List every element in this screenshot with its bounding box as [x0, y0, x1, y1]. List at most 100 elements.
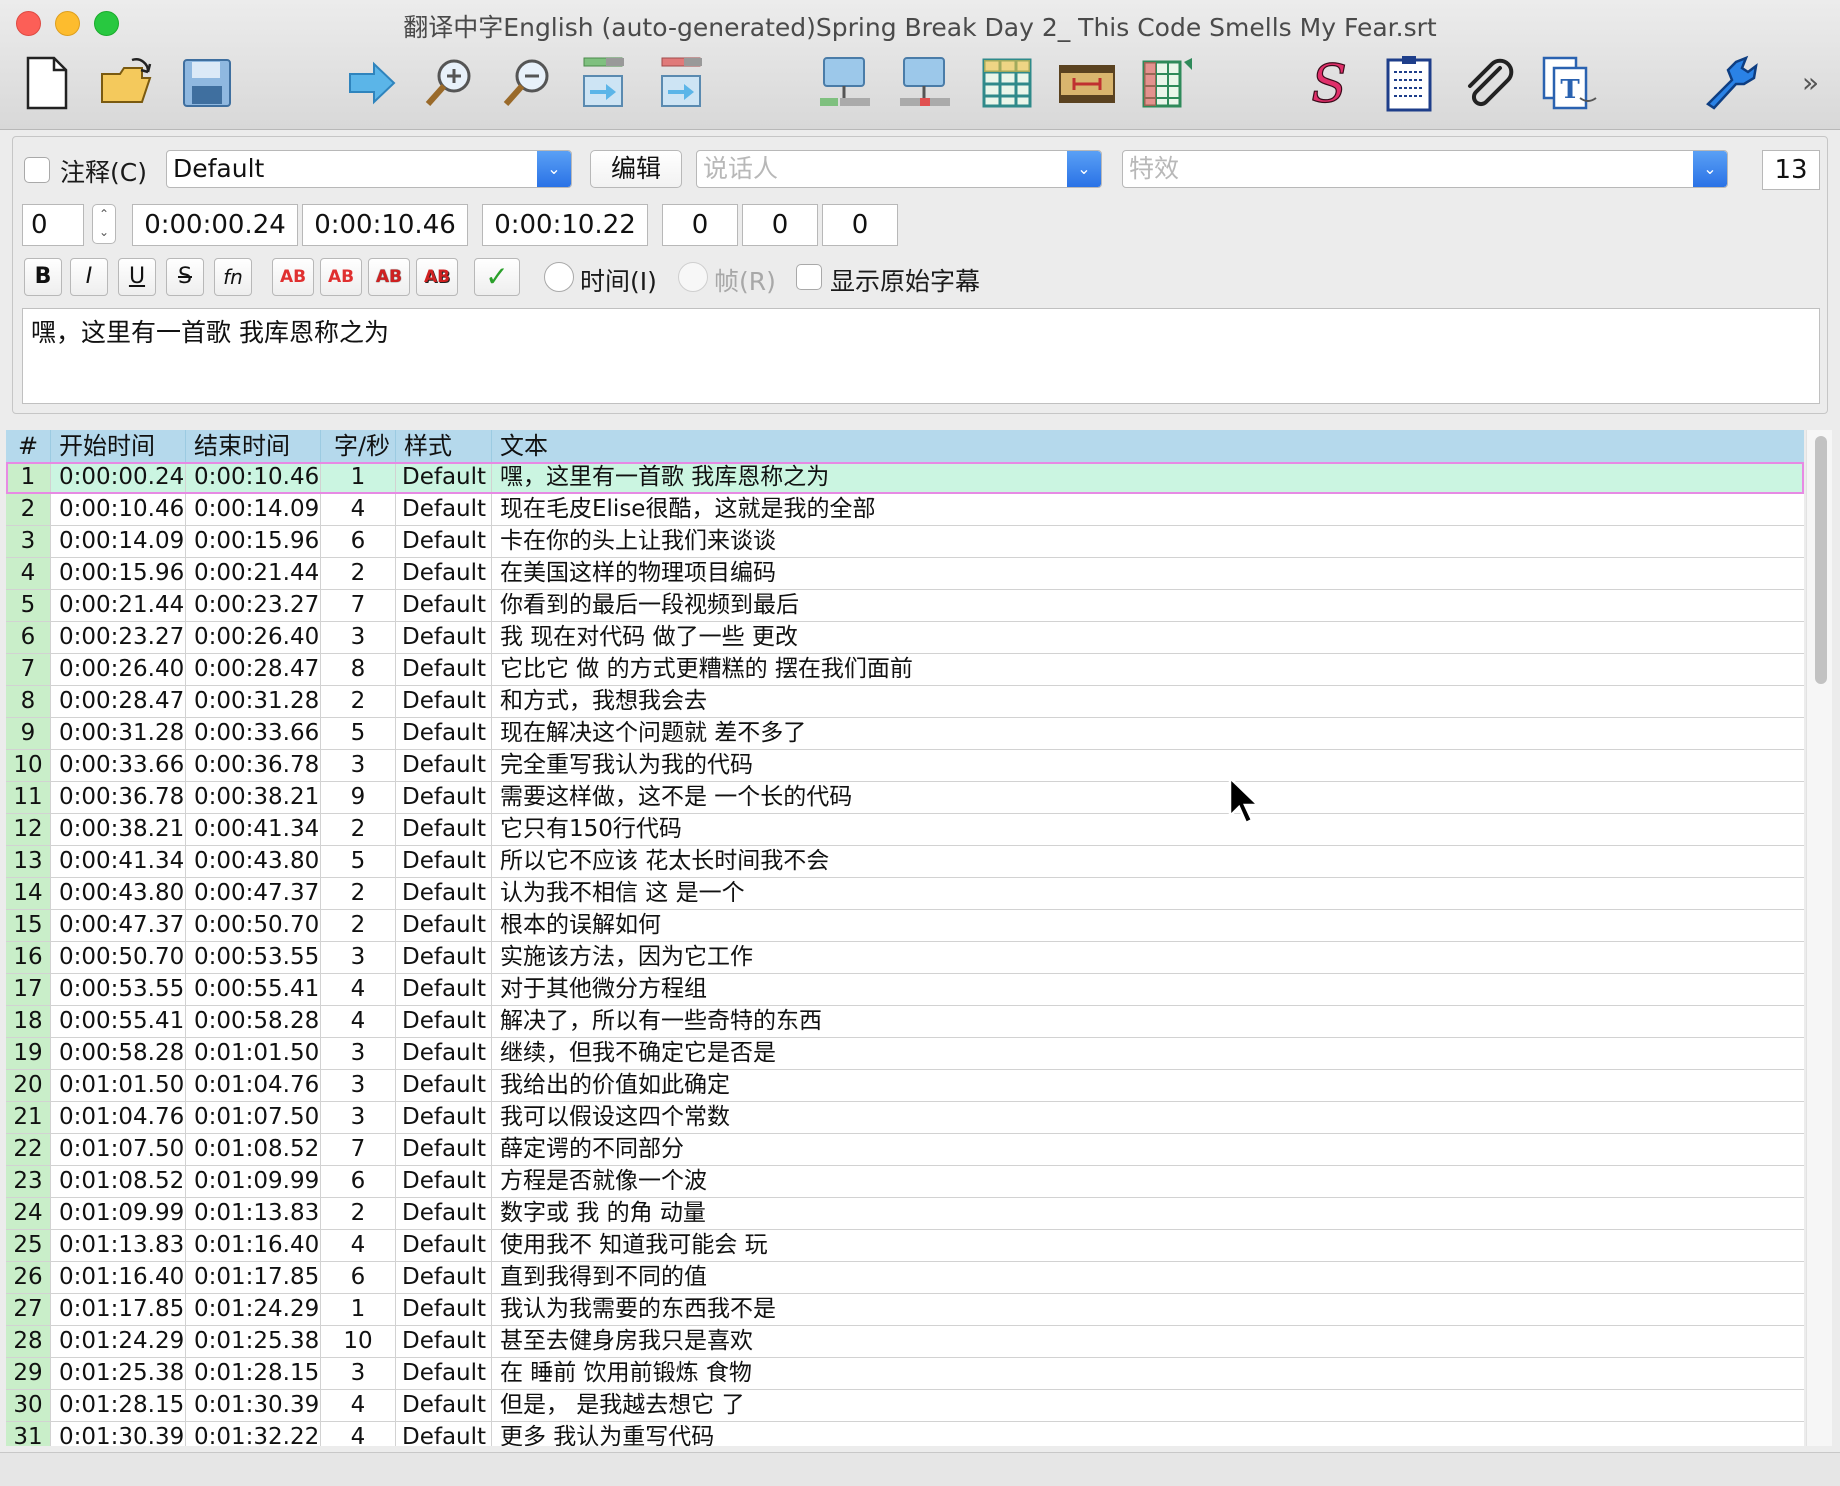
- table-row[interactable]: 7 0:00:26.40 0:00:28.47 8 Default 它比它 做 的方式更糟…: [6, 654, 1804, 686]
- bold-button[interactable]: B: [24, 258, 62, 296]
- table-row[interactable]: 26 0:01:16.40 0:01:17.85 6 Default 直到我得到不同的值: [6, 1262, 1804, 1294]
- font-button[interactable]: fn: [214, 258, 252, 296]
- table-row[interactable]: 21 0:01:04.76 0:01:07.50 3 Default 我可以假设这四个常数: [6, 1102, 1804, 1134]
- svg-text:S: S: [1311, 55, 1347, 112]
- start-time-field[interactable]: 0:00:00.24: [132, 204, 298, 246]
- underline-button[interactable]: U: [118, 258, 156, 296]
- table-row[interactable]: 16 0:00:50.70 0:00:53.55 3 Default 实施该方法，因为它工…: [6, 942, 1804, 974]
- table-row[interactable]: 11 0:00:36.78 0:00:38.21 9 Default 需要这样做，这不是 …: [6, 782, 1804, 814]
- time-radio[interactable]: [544, 262, 574, 292]
- table-row[interactable]: 12 0:00:38.21 0:00:41.34 2 Default 它只有150行代码: [6, 814, 1804, 846]
- start-time-cell: 0:00:58.28: [51, 1038, 186, 1069]
- table-view-button[interactable]: [976, 52, 1038, 114]
- row-number-cell: 21: [6, 1102, 51, 1133]
- translate-button[interactable]: T: [1538, 52, 1600, 114]
- style-cell: Default: [396, 878, 492, 909]
- table-row[interactable]: 1 0:00:00.24 0:00:10.46 1 Default 嘿，这里有一首歌 我库…: [6, 462, 1804, 494]
- commit-checkmark-button[interactable]: ✓: [474, 258, 520, 296]
- settings-button[interactable]: [1700, 52, 1762, 114]
- new-file-button[interactable]: [16, 52, 78, 114]
- save-button[interactable]: [176, 52, 238, 114]
- insert-before-button[interactable]: [814, 52, 876, 114]
- cps-cell: 10: [321, 1326, 396, 1357]
- table-row[interactable]: 2 0:00:10.46 0:00:14.09 4 Default 现在毛皮Elise很酷…: [6, 494, 1804, 526]
- table-row[interactable]: 17 0:00:53.55 0:00:55.41 4 Default 对于其他微分方程组: [6, 974, 1804, 1006]
- table-row[interactable]: 10 0:00:33.66 0:00:36.78 3 Default 完全重写我认为我的代…: [6, 750, 1804, 782]
- margin-right-field[interactable]: 0: [742, 204, 818, 246]
- table-row[interactable]: 22 0:01:07.50 0:01:08.52 7 Default 薛定谔的不同部分: [6, 1134, 1804, 1166]
- move-down-button[interactable]: [574, 52, 636, 114]
- table-row[interactable]: 19 0:00:58.28 0:01:01.50 3 Default 继续，但我不确定它是…: [6, 1038, 1804, 1070]
- attachment-button[interactable]: [1458, 52, 1520, 114]
- row-number-cell: 22: [6, 1134, 51, 1165]
- outline-color-button[interactable]: AB: [368, 258, 410, 296]
- table-row[interactable]: 24 0:01:09.99 0:01:13.83 2 Default 数字或 我 的角 动…: [6, 1198, 1804, 1230]
- margin-left-field[interactable]: 0: [662, 204, 738, 246]
- speaker-select[interactable]: 说话人 ⌄: [696, 150, 1102, 188]
- edit-style-button[interactable]: 编辑: [590, 150, 682, 188]
- zoom-out-button[interactable]: [496, 52, 558, 114]
- frame-radio[interactable]: [678, 262, 708, 292]
- table-row[interactable]: 14 0:00:43.80 0:00:47.37 2 Default 认为我不相信 这 是…: [6, 878, 1804, 910]
- table-row[interactable]: 28 0:01:24.29 0:01:25.38 10 Default 甚至去健身房我只是…: [6, 1326, 1804, 1358]
- line-index-field[interactable]: 0: [22, 204, 84, 246]
- clipboard-button[interactable]: [1378, 52, 1440, 114]
- grid-edit-button[interactable]: [1136, 52, 1198, 114]
- table-row[interactable]: 3 0:00:14.09 0:00:15.96 6 Default 卡在你的头上让我们来谈…: [6, 526, 1804, 558]
- end-time-cell: 0:00:15.96: [186, 526, 321, 557]
- zoom-in-button[interactable]: [418, 52, 480, 114]
- end-time-field[interactable]: 0:00:10.46: [302, 204, 468, 246]
- secondary-color-button[interactable]: AB: [320, 258, 362, 296]
- window-title: 翻译中字English (auto-generated)Spring Break…: [403, 13, 1437, 42]
- open-file-button[interactable]: [96, 52, 158, 114]
- insert-after-button[interactable]: [894, 52, 956, 114]
- comment-checkbox[interactable]: [24, 157, 50, 183]
- table-row[interactable]: 30 0:01:28.15 0:01:30.39 4 Default 但是， 是我越去想它…: [6, 1390, 1804, 1422]
- cps-cell: 1: [321, 462, 396, 493]
- italic-button[interactable]: I: [70, 258, 108, 296]
- table-row[interactable]: 25 0:01:13.83 0:01:16.40 4 Default 使用我不 知道我可能…: [6, 1230, 1804, 1262]
- table-row[interactable]: 5 0:00:21.44 0:00:23.27 7 Default 你看到的最后一段视频到…: [6, 590, 1804, 622]
- subtitle-text-editor[interactable]: 嘿，这里有一首歌 我库恩称之为: [22, 308, 1820, 404]
- table-row[interactable]: 23 0:01:08.52 0:01:09.99 6 Default 方程是否就像一个波: [6, 1166, 1804, 1198]
- forward-button[interactable]: [340, 52, 402, 114]
- show-original-checkbox[interactable]: [796, 264, 822, 290]
- move-up-button[interactable]: [652, 52, 714, 114]
- primary-color-button[interactable]: AB: [272, 258, 314, 296]
- table-row[interactable]: 15 0:00:47.37 0:00:50.70 2 Default 根本的误解如何: [6, 910, 1804, 942]
- table-icon: [982, 58, 1032, 108]
- column-number-header[interactable]: #: [6, 430, 51, 462]
- time-radio-label: 时间(I): [580, 267, 657, 296]
- style-select[interactable]: Default ⌄: [166, 150, 572, 188]
- table-row[interactable]: 6 0:00:23.27 0:00:26.40 3 Default 我 现在对代码 做了一…: [6, 622, 1804, 654]
- table-row[interactable]: 18 0:00:55.41 0:00:58.28 4 Default 解决了，所以有一些奇…: [6, 1006, 1804, 1038]
- toolbar-overflow-chevron-icon[interactable]: »: [1802, 66, 1819, 99]
- column-text-header[interactable]: 文本: [492, 430, 1804, 462]
- spell-check-button[interactable]: S: [1298, 52, 1360, 114]
- table-row[interactable]: 9 0:00:31.28 0:00:33.66 5 Default 现在解决这个问题就 差…: [6, 718, 1804, 750]
- column-end-header[interactable]: 结束时间: [186, 430, 321, 462]
- table-row[interactable]: 20 0:01:01.50 0:01:04.76 3 Default 我给出的价值如此确定: [6, 1070, 1804, 1102]
- table-row[interactable]: 8 0:00:28.47 0:00:31.28 2 Default 和方式，我想我会去: [6, 686, 1804, 718]
- layer-field[interactable]: 13: [1762, 150, 1820, 190]
- duration-field[interactable]: 0:00:10.22: [482, 204, 648, 246]
- grid-scrollbar[interactable]: [1806, 430, 1832, 1446]
- column-style-header[interactable]: 样式: [396, 430, 492, 462]
- shadow-color-button[interactable]: AB: [416, 258, 458, 296]
- table-row[interactable]: 27 0:01:17.85 0:01:24.29 1 Default 我认为我需要的东西我…: [6, 1294, 1804, 1326]
- text-cell: 我给出的价值如此确定: [500, 1072, 730, 1098]
- table-row[interactable]: 4 0:00:15.96 0:00:21.44 2 Default 在美国这样的物理项目编…: [6, 558, 1804, 590]
- line-index-stepper[interactable]: ⌃ ⌄: [92, 204, 116, 244]
- table-row[interactable]: 31 0:01:30.39 0:01:32.22 4 Default 更多 我认为重写代码: [6, 1422, 1804, 1446]
- effect-select[interactable]: 特效 ⌄: [1122, 150, 1728, 188]
- table-row[interactable]: 29 0:01:25.38 0:01:28.15 3 Default 在 睡前 饮用前锻炼…: [6, 1358, 1804, 1390]
- column-cps-header[interactable]: 字/秒: [321, 430, 396, 462]
- strikeout-button[interactable]: S: [166, 258, 204, 296]
- cps-cell: 2: [321, 878, 396, 909]
- column-start-header[interactable]: 开始时间: [51, 430, 186, 462]
- table-row[interactable]: 13 0:00:41.34 0:00:43.80 5 Default 所以它不应该 花太长…: [6, 846, 1804, 878]
- film-strip-button[interactable]: [1056, 52, 1118, 114]
- margin-vertical-field[interactable]: 0: [822, 204, 898, 246]
- grid-scrollbar-thumb[interactable]: [1815, 436, 1827, 684]
- style-cell: Default: [396, 1326, 492, 1357]
